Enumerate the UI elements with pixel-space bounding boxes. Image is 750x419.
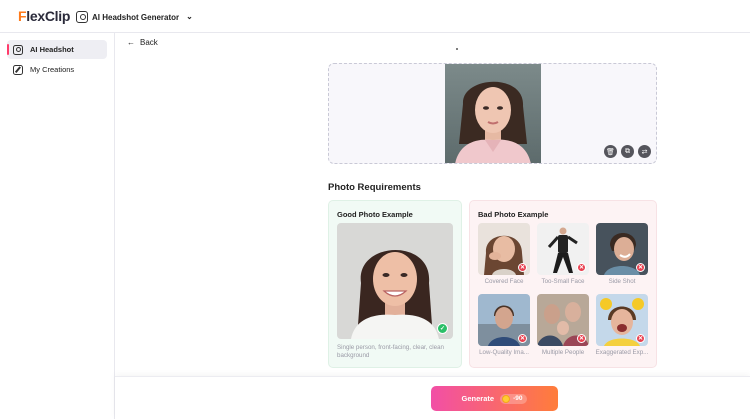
bad-photo-card: Bad Photo Example ✕ Covered Face ✕ Too-S…	[469, 200, 657, 368]
face-frame-icon	[76, 11, 88, 23]
cross-icon: ✕	[577, 263, 586, 272]
credit-cost-badge: -90	[500, 393, 528, 404]
upload-preview-area[interactable]: 🗑 ⧉ ⇄	[328, 63, 657, 164]
face-frame-icon	[13, 44, 23, 55]
bad-example-label: Side Shot	[608, 278, 636, 285]
bad-example-label: Too-Small Face	[541, 278, 585, 285]
bad-example-label: Covered Face	[484, 278, 524, 285]
bad-example-label: Low-Quality Ima...	[479, 349, 529, 356]
cross-icon: ✕	[636, 263, 645, 272]
check-icon: ✓	[437, 323, 448, 334]
bad-example-side-shot: ✕	[596, 223, 648, 275]
bad-example-exaggerated-expression: ✕	[596, 294, 648, 346]
delete-icon[interactable]: 🗑	[604, 145, 617, 158]
sidebar: AI Headshot My Creations	[0, 33, 115, 419]
photo-tools: 🗑 ⧉ ⇄	[604, 145, 651, 158]
edit-icon	[13, 64, 23, 75]
bad-example-too-small-face: ✕	[537, 223, 589, 275]
bad-example-covered-face: ✕	[478, 223, 530, 275]
back-label: Back	[140, 38, 158, 47]
bad-example-low-quality: ✕	[478, 294, 530, 346]
good-photo-card: Good Photo Example ✓ Single person, fron…	[328, 200, 462, 368]
replace-image-icon[interactable]: ⇄	[638, 145, 651, 158]
cross-icon: ✕	[518, 263, 527, 272]
good-photo-description: Single person, front-facing, clear, clea…	[337, 344, 444, 359]
good-photo-example: ✓	[337, 223, 453, 339]
sidebar-item-label: AI Headshot	[30, 45, 74, 54]
uploaded-photo	[445, 64, 541, 163]
arrow-left-icon: ←	[127, 38, 135, 47]
top-header: FlexClip AI Headshot Generator ⌄	[0, 0, 750, 33]
cross-icon: ✕	[518, 334, 527, 343]
carousel-dot	[456, 48, 458, 50]
credit-cost: -90	[513, 395, 523, 402]
chevron-down-icon: ⌄	[186, 11, 193, 21]
cross-icon: ✕	[636, 334, 645, 343]
generate-label: Generate	[461, 394, 495, 403]
photo-requirements-title: Photo Requirements	[328, 182, 421, 193]
bad-photo-title: Bad Photo Example	[478, 210, 549, 219]
sidebar-item-label: My Creations	[30, 65, 75, 74]
tool-selector-dropdown[interactable]: AI Headshot Generator ⌄	[76, 9, 193, 25]
flexclip-logo[interactable]: FlexClip	[18, 8, 70, 24]
cross-icon: ✕	[577, 334, 586, 343]
sidebar-item-my-creations[interactable]: My Creations	[7, 60, 107, 79]
sidebar-item-ai-headshot[interactable]: AI Headshot	[7, 40, 107, 59]
back-button[interactable]: ← Back	[127, 38, 158, 47]
good-photo-title: Good Photo Example	[337, 210, 413, 219]
bad-example-multiple-people: ✕	[537, 294, 589, 346]
bad-example-label: Multiple People	[541, 349, 585, 356]
coin-icon	[502, 394, 511, 403]
bad-example-label: Exaggerated Exp...	[595, 349, 649, 356]
generate-button[interactable]: Generate -90	[431, 386, 558, 411]
bottom-action-bar: Generate -90	[115, 376, 750, 419]
tool-selector-label: AI Headshot Generator	[92, 12, 180, 22]
crop-icon[interactable]: ⧉	[621, 145, 634, 158]
